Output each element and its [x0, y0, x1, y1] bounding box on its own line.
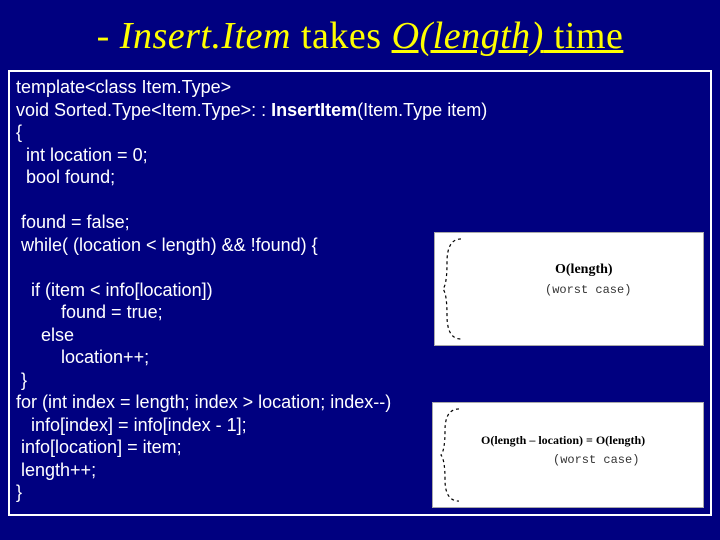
panel2-sub: (worst case)	[553, 453, 639, 468]
title-italic-1: Insert.Item	[120, 15, 291, 57]
title-prefix: -	[97, 15, 120, 57]
code-line: {	[16, 121, 704, 144]
code-line: template<class Item.Type>	[16, 76, 704, 99]
title-end: time	[544, 15, 624, 57]
code-block: template<class Item.Type> void Sorted.Ty…	[8, 70, 712, 516]
brace-icon	[441, 237, 469, 341]
code-line: found = false;	[16, 211, 704, 234]
code-text: void Sorted.Type<Item.Type>: :	[16, 100, 271, 120]
panel2-label: O(length – location) = O(length)	[481, 433, 645, 448]
panel1-sub: (worst case)	[545, 283, 631, 298]
code-line: int location = 0;	[16, 144, 704, 167]
code-bold: InsertItem	[271, 100, 357, 120]
complexity-panel-1: O(length) (worst case)	[434, 232, 704, 346]
complexity-panel-2: O(length – location) = O(length) (worst …	[432, 402, 704, 508]
code-line: bool found;	[16, 166, 704, 189]
title-italic-2: O(length)	[392, 15, 544, 57]
code-line: void Sorted.Type<Item.Type>: : InsertIte…	[16, 99, 704, 122]
title-mid: takes	[291, 15, 392, 57]
code-line: }	[16, 369, 704, 392]
code-blank	[16, 189, 704, 212]
slide-title: - Insert.Item takes O(length) time	[0, 0, 720, 66]
code-text: (Item.Type item)	[357, 100, 487, 120]
code-line: location++;	[16, 346, 704, 369]
brace-icon	[439, 407, 467, 503]
slide: - Insert.Item takes O(length) time templ…	[0, 0, 720, 540]
panel1-label: O(length)	[555, 261, 613, 279]
